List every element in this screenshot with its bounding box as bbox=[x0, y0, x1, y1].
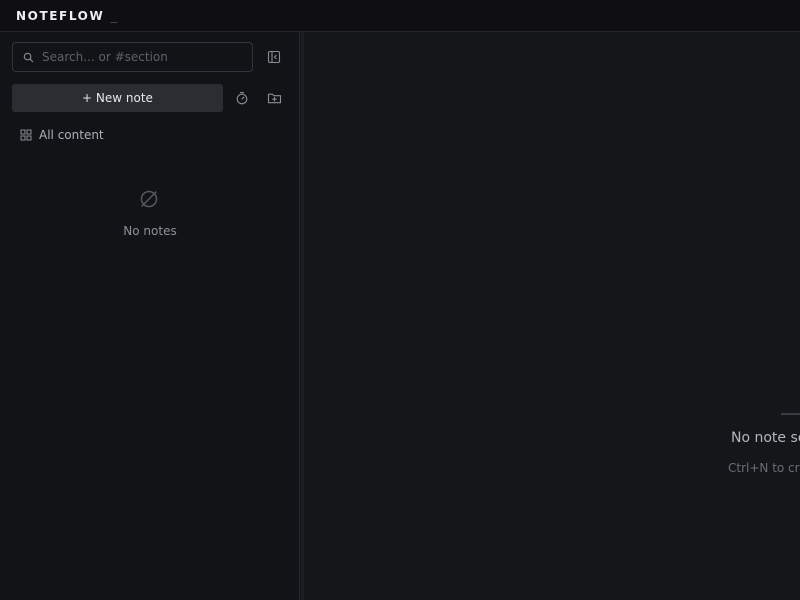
title-bar: NOTEFLOW _ bbox=[0, 0, 800, 32]
sidebar-collapse-button[interactable] bbox=[263, 46, 285, 68]
empty-state-hint: Ctrl+N to create bbox=[728, 461, 800, 475]
all-content-label: All content bbox=[39, 128, 104, 142]
folder-plus-icon bbox=[267, 93, 281, 104]
empty-set-icon bbox=[140, 190, 158, 208]
empty-notes-label: No notes bbox=[123, 224, 177, 238]
grid-icon bbox=[20, 129, 32, 141]
editor-area bbox=[301, 32, 800, 600]
timer-button[interactable] bbox=[231, 87, 253, 109]
title-cursor: _ bbox=[110, 8, 118, 23]
new-note-button[interactable]: + New note bbox=[12, 84, 223, 112]
app-title: NOTEFLOW bbox=[16, 8, 105, 23]
sidebar-collapse-icon bbox=[267, 50, 281, 64]
timer-icon bbox=[236, 92, 248, 105]
empty-state-divider bbox=[781, 413, 800, 415]
all-content-item[interactable]: All content bbox=[20, 128, 104, 142]
empty-state-title: No note selected bbox=[731, 430, 800, 446]
search-icon bbox=[23, 52, 34, 62]
new-folder-button[interactable] bbox=[263, 87, 285, 109]
sidebar: + New note All content bbox=[0, 32, 300, 600]
search-box[interactable] bbox=[12, 42, 253, 72]
search-input[interactable] bbox=[42, 50, 252, 64]
